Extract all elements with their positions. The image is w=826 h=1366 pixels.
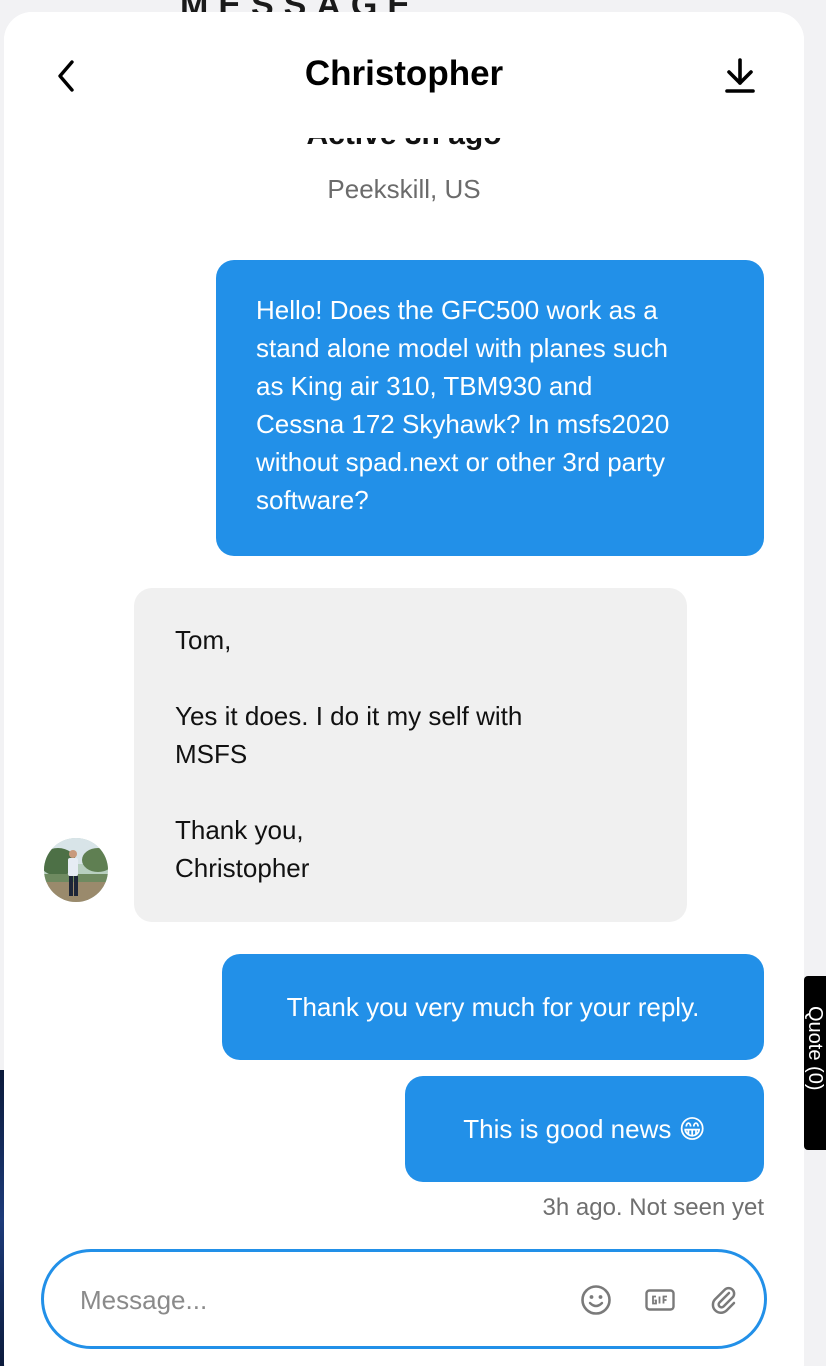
gif-button[interactable] [644, 1284, 676, 1316]
avatar[interactable] [44, 838, 108, 902]
download-button[interactable] [720, 56, 760, 96]
attach-button[interactable] [708, 1284, 740, 1316]
message-status: 3h ago. Not seen yet [542, 1194, 764, 1221]
outgoing-message: Hello! Does the GFC500 work as a stand a… [216, 260, 764, 556]
paperclip-icon [711, 1286, 736, 1314]
conversation-title: Christopher [304, 54, 504, 93]
message-composer [41, 1249, 767, 1349]
conversation-header: Christopher [4, 12, 804, 138]
quote-tab-label: Quote (0) [804, 1006, 826, 1091]
user-location: Peekskill, US [327, 174, 481, 204]
emoji-button[interactable] [580, 1284, 612, 1316]
quote-tab[interactable]: Quote (0) [804, 976, 826, 1150]
outgoing-message: Thank you very much for your reply. [222, 954, 764, 1060]
smiley-icon [581, 1285, 611, 1315]
profile-photo [44, 838, 108, 902]
gif-icon [645, 1289, 675, 1311]
download-icon [725, 58, 755, 93]
outgoing-message: This is good news 😁 [405, 1076, 764, 1182]
conversation-modal: Active 3h ago Christopher Peekskill, US … [4, 12, 804, 1366]
incoming-message: Tom, Yes it does. I do it my self with M… [134, 588, 687, 922]
message-input[interactable] [78, 1276, 542, 1324]
